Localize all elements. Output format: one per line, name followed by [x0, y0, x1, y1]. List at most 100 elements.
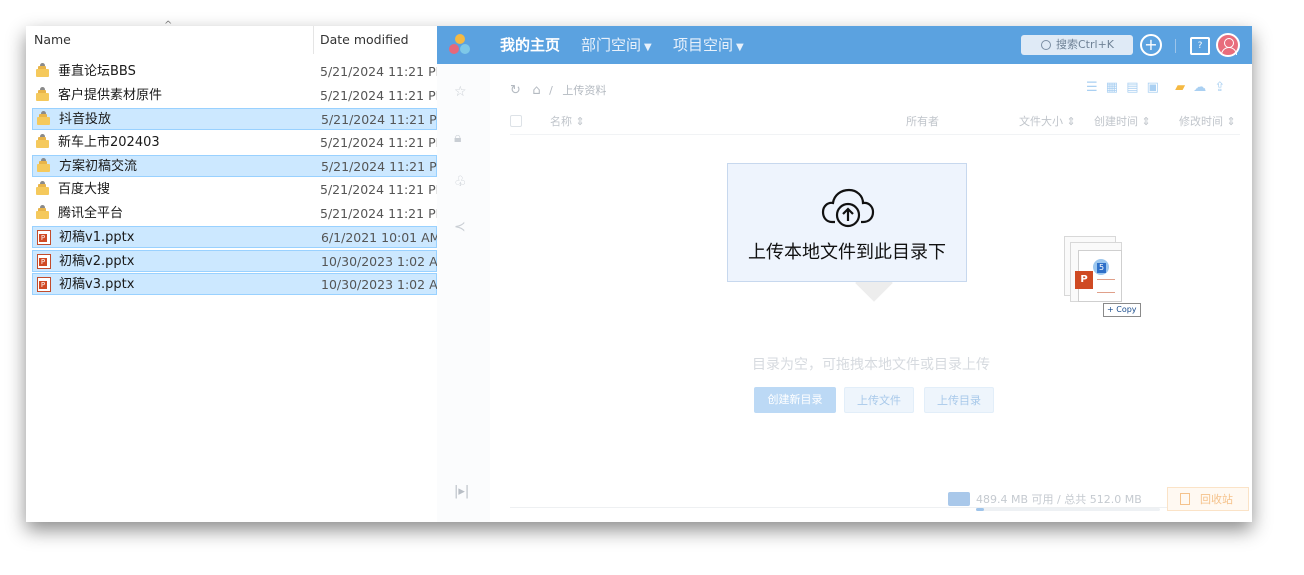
item-date-modified: 5/21/2024 11:21 PM	[320, 64, 447, 79]
item-date-modified: 10/30/2023 1:02 AM	[321, 277, 449, 293]
copy-cursor-label: + Copy	[1103, 303, 1141, 317]
breadcrumb-current[interactable]: 上传资料	[562, 84, 606, 97]
file-table-header: 名称 ⇕ 所有者 文件大小 ⇕ 创建时间 ⇕ 修改时间 ⇕	[510, 110, 1240, 135]
user-folder-icon	[36, 181, 50, 196]
column-divider[interactable]	[313, 26, 314, 54]
recycle-bin-label: 回收站	[1200, 493, 1233, 506]
folder-row[interactable]: 抖音投放 5/21/2024 11:21 PM	[32, 108, 447, 131]
detail-view-icon[interactable]: ▦	[1106, 80, 1118, 95]
folder-row[interactable]: 方案初稿交流 5/21/2024 11:21 PM	[32, 155, 447, 178]
share-icon[interactable]: ≺	[454, 219, 466, 235]
upload-cloud-icon[interactable]: ☁	[1193, 80, 1206, 95]
upload-drop-overlay[interactable]: 上传本地文件到此目录下	[727, 163, 967, 282]
search-placeholder: 搜索Ctrl+K	[1056, 38, 1115, 51]
search-icon	[1041, 40, 1051, 50]
user-folder-icon	[36, 204, 50, 220]
list-view-icon[interactable]: ☰	[1086, 80, 1098, 95]
file-row[interactable]: P 初稿v3.pptx 10/30/2023 1:02 AM	[32, 273, 448, 296]
item-date-modified: 5/21/2024 11:21 PM	[320, 205, 447, 221]
item-date-modified: 5/21/2024 11:21 PM	[320, 182, 447, 197]
grid-view-icon[interactable]: ▤	[1126, 80, 1138, 95]
file-explorer-pane: ^ Name Date modified 垂直论坛BBS 5/21/2024 11…	[26, 20, 448, 522]
header-name-label: 名称	[550, 115, 572, 128]
user-avatar[interactable]	[1216, 33, 1240, 57]
slide-lines-graphic	[1097, 279, 1115, 293]
nav-department-space-label: 部门空间	[581, 36, 642, 54]
help-message-icon[interactable]: ?	[1190, 37, 1210, 55]
item-date-modified: 10/30/2023 1:02 AM	[321, 253, 449, 269]
user-folder-icon	[36, 133, 50, 149]
header-modified-label: 修改时间	[1179, 115, 1223, 128]
add-icon[interactable]: +	[1140, 34, 1162, 56]
header-name[interactable]: 名称 ⇕	[550, 113, 585, 129]
header-size[interactable]: 文件大小 ⇕	[1019, 113, 1076, 129]
cloud-upload-icon	[821, 188, 875, 228]
item-name: 垂直论坛BBS	[58, 64, 136, 79]
user-folder-icon	[37, 158, 51, 173]
folder-row[interactable]: 新车上市202403 5/21/2024 11:21 PM	[32, 132, 446, 154]
item-name: 初稿v1.pptx	[59, 230, 135, 246]
file-row[interactable]: P 初稿v1.pptx 6/1/2021 10:01 AM	[32, 226, 441, 249]
user-folder-icon	[36, 86, 50, 102]
caret-down-icon: ▼	[644, 42, 652, 53]
select-all-checkbox[interactable]	[510, 115, 522, 127]
left-sidebar: ☆ 🔒︎ ♧ ≺ |▸|	[437, 64, 490, 522]
avatar-body-shape	[1221, 47, 1237, 55]
app-logo[interactable]	[449, 34, 471, 56]
item-name: 抖音投放	[59, 112, 112, 128]
folder-row[interactable]: 百度大搜 5/21/2024 11:21 PM	[32, 179, 446, 201]
breadcrumb: ↻ ⌂ / 上传资料	[510, 82, 606, 98]
item-date-modified: 5/21/2024 11:21 PM	[321, 159, 448, 175]
recycle-bin-button[interactable]: 回收站	[1167, 487, 1249, 511]
drop-message: 上传本地文件到此目录下	[748, 242, 946, 263]
header-created-label: 创建时间	[1094, 115, 1138, 128]
upload-file-icon[interactable]: ⇪	[1214, 80, 1225, 95]
nav-my-home-label: 我的主页	[500, 36, 561, 54]
collapse-sidebar-icon[interactable]: |▸|	[454, 484, 469, 499]
screen-frame: ^ Name Date modified 垂直论坛BBS 5/21/2024 11…	[26, 20, 1252, 522]
search-box[interactable]: 搜索Ctrl+K	[1021, 35, 1133, 55]
folder-row[interactable]: 腾讯全平台 5/21/2024 11:21 PM	[32, 203, 446, 225]
powerpoint-file-icon: P	[37, 277, 51, 293]
nav-department-space[interactable]: 部门空间 ▼	[581, 26, 652, 64]
home-icon[interactable]: ⌂	[532, 83, 540, 98]
nav-my-home[interactable]: 我的主页	[500, 26, 560, 64]
column-header-date-modified[interactable]: Date modified	[320, 26, 437, 54]
caret-down-icon: ▼	[736, 42, 744, 53]
folder-row[interactable]: 客户提供素材原件 5/21/2024 11:21 PM	[32, 85, 446, 107]
item-name: 初稿v3.pptx	[59, 277, 135, 293]
lock-icon[interactable]: 🔒︎	[454, 130, 461, 146]
create-folder-button[interactable]: 创建新目录	[754, 387, 836, 413]
powerpoint-file-icon: P	[37, 253, 51, 269]
storage-usage-fill	[976, 508, 985, 511]
item-name: 客户提供素材原件	[58, 87, 163, 103]
item-date-modified: 5/21/2024 11:21 PM	[320, 134, 447, 150]
team-icon[interactable]: ♧	[454, 174, 467, 190]
item-date-modified: 6/1/2021 10:01 AM	[321, 230, 441, 246]
powerpoint-file-icon: 5 P	[1075, 250, 1122, 302]
breadcrumb-separator: /	[549, 84, 553, 97]
item-name: 腾讯全平台	[58, 205, 124, 221]
thumbnail-view-icon[interactable]: ▣	[1147, 80, 1159, 95]
item-name: 初稿v2.pptx	[59, 253, 135, 269]
view-toolbar: ☰ ▦ ▤ ▣ ▰ ☁ ⇪	[1086, 80, 1229, 95]
nav-project-space[interactable]: 项目空间 ▼	[673, 26, 744, 64]
upload-file-button[interactable]: 上传文件	[844, 387, 914, 413]
header-modified[interactable]: 修改时间 ⇕	[1179, 113, 1236, 129]
star-icon[interactable]: ☆	[454, 84, 467, 100]
new-folder-icon[interactable]: ▰	[1175, 80, 1185, 95]
file-row[interactable]: P 初稿v2.pptx 10/30/2023 1:02 AM	[32, 249, 448, 272]
header-size-label: 文件大小	[1019, 115, 1063, 128]
empty-state-text: 目录为空，可拖拽本地文件或目录上传	[752, 357, 990, 373]
item-name: 方案初稿交流	[59, 159, 138, 175]
user-folder-icon	[36, 63, 50, 78]
folder-row[interactable]: 垂直论坛BBS 5/21/2024 11:21 PM	[32, 61, 446, 83]
upload-folder-button[interactable]: 上传目录	[924, 387, 994, 413]
item-name: 新车上市202403	[58, 134, 160, 150]
column-header-name[interactable]: Name	[34, 26, 310, 54]
top-navigation-bar: 我的主页 部门空间 ▼ 项目空间 ▼ 搜索Ctrl+K + ?	[437, 26, 1252, 64]
refresh-icon[interactable]: ↻	[510, 83, 521, 98]
storage-usage-bar	[976, 508, 1160, 511]
nav-project-space-label: 项目空间	[673, 36, 734, 54]
header-created[interactable]: 创建时间 ⇕	[1094, 113, 1151, 129]
